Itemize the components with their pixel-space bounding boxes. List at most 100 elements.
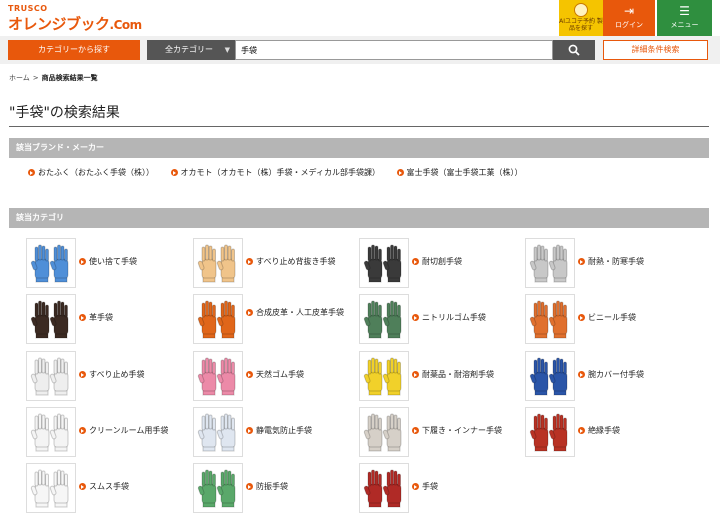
category-item[interactable]: 静電気防止手袋: [193, 407, 353, 457]
category-link[interactable]: クリーンルーム用手袋: [79, 426, 168, 436]
category-link[interactable]: 合成皮革・人工皮革手袋: [246, 308, 346, 318]
category-label: スムス手袋: [89, 482, 129, 491]
category-label: 防振手袋: [256, 482, 288, 491]
brand-section-heading: 該当ブランド・メーカー: [9, 138, 709, 158]
category-link[interactable]: 防振手袋: [246, 482, 288, 492]
glove-image: [30, 244, 69, 283]
category-item[interactable]: 天然ゴム手袋: [193, 351, 353, 401]
detail-search-button[interactable]: 詳細条件検索: [603, 40, 708, 60]
category-label: 静電気防止手袋: [256, 426, 312, 435]
ai-assistant-label: AIユコテ予約 製品を探す: [559, 18, 603, 32]
category-link[interactable]: 使い捨て手袋: [79, 257, 137, 267]
category-link[interactable]: 下履き・インナー手袋: [412, 426, 502, 436]
category-thumbnail[interactable]: [26, 238, 76, 288]
breadcrumb-home[interactable]: ホーム: [9, 74, 30, 82]
category-link[interactable]: 天然ゴム手袋: [246, 370, 304, 380]
category-item[interactable]: 手袋: [359, 463, 519, 513]
glove-image: [529, 357, 568, 396]
menu-button[interactable]: ☰ メニュー: [657, 0, 712, 36]
search-button[interactable]: [553, 40, 595, 60]
category-item[interactable]: すべり止め手袋: [26, 351, 186, 401]
glove-image: [529, 300, 568, 339]
glove-image: [30, 469, 69, 508]
category-item[interactable]: 絶縁手袋: [525, 407, 685, 457]
category-link[interactable]: ニトリルゴム手袋: [412, 313, 486, 323]
category-thumbnail[interactable]: [525, 294, 575, 344]
login-icon: ⇥: [623, 4, 635, 18]
search-input[interactable]: [235, 40, 553, 60]
category-link[interactable]: 手袋: [412, 482, 438, 492]
category-select[interactable]: 全カテゴリー ▼: [147, 40, 235, 60]
category-thumbnail[interactable]: [359, 238, 409, 288]
category-thumbnail[interactable]: [193, 463, 243, 513]
glove-image: [529, 413, 568, 452]
bullet-arrow-icon: [170, 169, 178, 176]
glove-image: [30, 300, 69, 339]
category-thumbnail[interactable]: [525, 351, 575, 401]
brand-link[interactable]: 富士手袋（富士手袋工業（株））: [396, 167, 523, 178]
glove-image: [197, 357, 236, 396]
bullet-arrow-icon: [28, 169, 35, 176]
category-link[interactable]: 絶縁手袋: [578, 426, 620, 436]
category-thumbnail[interactable]: [26, 294, 76, 344]
bullet-arrow-icon: [578, 371, 585, 378]
category-item[interactable]: 下履き・インナー手袋: [359, 407, 519, 457]
category-link[interactable]: 静電気防止手袋: [246, 426, 312, 436]
logo-brand[interactable]: TRUSCO: [8, 4, 48, 13]
category-thumbnail[interactable]: [26, 463, 76, 513]
breadcrumb-separator: >: [32, 74, 39, 82]
category-item[interactable]: クリーンルーム用手袋: [26, 407, 186, 457]
category-label: 天然ゴム手袋: [256, 370, 304, 379]
logo[interactable]: オレンジブック.Com: [8, 13, 142, 34]
category-link[interactable]: すべり止め手袋: [79, 370, 144, 380]
category-thumbnail[interactable]: [193, 351, 243, 401]
category-link[interactable]: 革手袋: [79, 313, 113, 323]
category-label: 革手袋: [89, 313, 113, 322]
site-header: TRUSCO オレンジブック.Com AIユコテ予約 製品を探す ⇥ ログイン …: [0, 0, 720, 36]
category-item[interactable]: 革手袋: [26, 294, 186, 344]
category-item[interactable]: ニトリルゴム手袋: [359, 294, 519, 344]
category-item[interactable]: 耐熱・防寒手袋: [525, 238, 685, 288]
category-link[interactable]: ビニール手袋: [578, 313, 636, 323]
category-link[interactable]: 耐熱・防寒手袋: [578, 257, 644, 267]
category-thumbnail[interactable]: [525, 407, 575, 457]
category-item[interactable]: 耐切創手袋: [359, 238, 519, 288]
bullet-arrow-icon: [578, 314, 585, 321]
category-link[interactable]: 耐薬品・耐溶剤手袋: [412, 370, 494, 380]
brand-link[interactable]: おたふく（おたふく手袋（株））: [28, 167, 154, 178]
glove-image: [363, 300, 402, 339]
category-thumbnail[interactable]: [193, 407, 243, 457]
bullet-arrow-icon: [246, 258, 253, 265]
bullet-arrow-icon: [578, 427, 585, 434]
login-button[interactable]: ⇥ ログイン: [603, 0, 655, 36]
category-thumbnail[interactable]: [26, 351, 76, 401]
category-thumbnail[interactable]: [26, 407, 76, 457]
ai-assistant-button[interactable]: AIユコテ予約 製品を探す: [559, 0, 603, 36]
category-item[interactable]: 耐薬品・耐溶剤手袋: [359, 351, 519, 401]
category-item[interactable]: すべり止め背抜き手袋: [193, 238, 353, 288]
category-thumbnail[interactable]: [193, 294, 243, 344]
category-link[interactable]: 耐切創手袋: [412, 257, 462, 267]
category-item[interactable]: スムス手袋: [26, 463, 186, 513]
category-link[interactable]: スムス手袋: [79, 482, 129, 492]
brand-link[interactable]: オカモト（オカモト（株）手袋・メディカル部手袋課）: [170, 167, 380, 178]
category-item[interactable]: 使い捨て手袋: [26, 238, 186, 288]
category-item[interactable]: 腕カバー付手袋: [525, 351, 685, 401]
category-label: ビニール手袋: [588, 313, 636, 322]
category-thumbnail[interactable]: [525, 238, 575, 288]
category-search-button[interactable]: カテゴリーから探す: [8, 40, 140, 60]
glove-image: [363, 244, 402, 283]
category-thumbnail[interactable]: [193, 238, 243, 288]
category-item[interactable]: 防振手袋: [193, 463, 353, 513]
category-thumbnail[interactable]: [359, 294, 409, 344]
search-icon: [568, 44, 580, 56]
category-thumbnail[interactable]: [359, 351, 409, 401]
category-link[interactable]: すべり止め背抜き手袋: [246, 257, 335, 267]
chevron-down-icon: ▼: [224, 46, 230, 54]
category-link[interactable]: 腕カバー付手袋: [578, 370, 644, 380]
bullet-arrow-icon: [79, 258, 86, 265]
category-item[interactable]: ビニール手袋: [525, 294, 685, 344]
category-thumbnail[interactable]: [359, 407, 409, 457]
category-thumbnail[interactable]: [359, 463, 409, 513]
category-item[interactable]: 合成皮革・人工皮革手袋: [193, 294, 353, 344]
